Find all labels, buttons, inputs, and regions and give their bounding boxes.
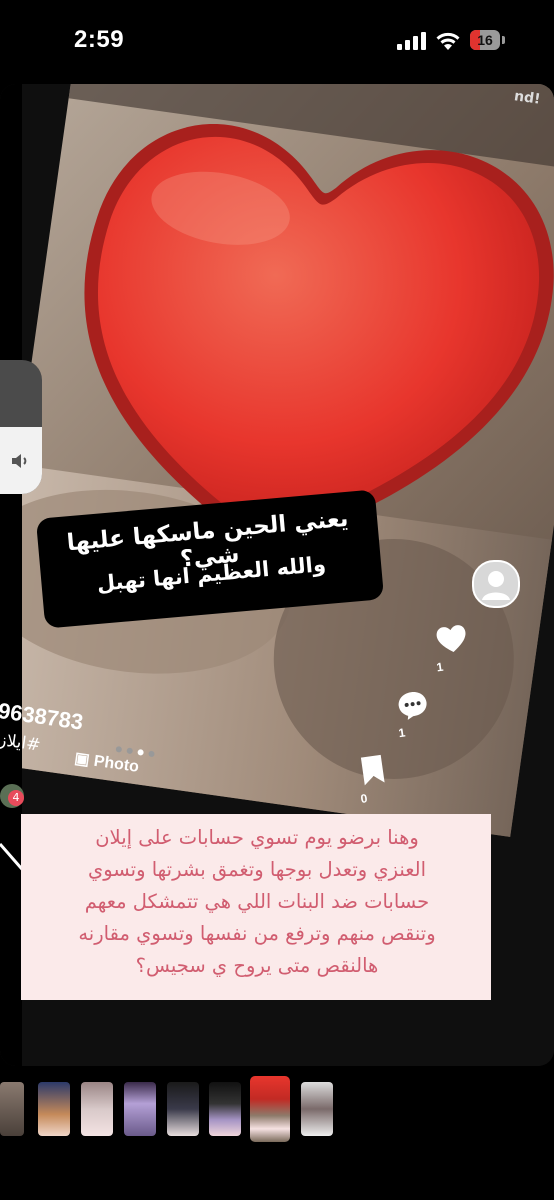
thumbnail[interactable] bbox=[0, 1082, 24, 1136]
thumbnail[interactable] bbox=[167, 1082, 199, 1136]
comment-button[interactable]: 1 bbox=[395, 688, 433, 740]
battery-low-icon: 16 bbox=[470, 30, 506, 52]
battery-level: 16 bbox=[477, 32, 493, 48]
bookmark-icon bbox=[360, 754, 385, 786]
text-card-line-5: هالنقص متى يروح ي سجيس؟ bbox=[135, 954, 379, 977]
status-time: 2:59 bbox=[74, 26, 125, 53]
cellular-signal-icon bbox=[397, 32, 426, 50]
text-card-line-4: وتنقص منهم وترفع من نفسها وتسوي مقارنه bbox=[78, 922, 436, 945]
thumbnail[interactable] bbox=[301, 1082, 333, 1136]
thumbnail[interactable] bbox=[81, 1082, 113, 1136]
heart-icon bbox=[436, 625, 466, 652]
photo-icon: ▣ bbox=[73, 749, 91, 769]
story-viewer[interactable]: nd! يعني الحين ماسكها عليها شي؟ والله ال… bbox=[0, 84, 554, 1066]
text-overlay-card: وهنا برضو يوم تسوي حسابات على إيلان العن… bbox=[21, 814, 491, 1000]
status-bar: 2:59 16 bbox=[0, 0, 554, 80]
text-card-body: وهنا برضو يوم تسوي حسابات على إيلان العن… bbox=[35, 822, 479, 982]
speaker-icon bbox=[12, 454, 27, 468]
text-card-line-3: حسابات ضد البنات اللي هي تتمشكل معهم bbox=[84, 890, 430, 913]
story-thumbnail-strip[interactable] bbox=[0, 1076, 554, 1146]
thumbnail[interactable] bbox=[209, 1082, 241, 1136]
thumbnail[interactable] bbox=[38, 1082, 70, 1136]
volume-slider[interactable] bbox=[0, 360, 42, 494]
thumbnail-selected[interactable] bbox=[250, 1076, 290, 1142]
comment-icon bbox=[398, 692, 427, 720]
user-icon bbox=[482, 571, 510, 600]
wifi-icon bbox=[436, 32, 460, 50]
like-button[interactable]: 1 bbox=[433, 622, 473, 674]
text-card-line-1: وهنا برضو يوم تسوي حسابات على إيلان bbox=[95, 826, 419, 849]
notification-badge: 4 bbox=[8, 790, 24, 806]
profile-avatar-button[interactable] bbox=[472, 560, 520, 608]
thumbnail[interactable] bbox=[124, 1082, 156, 1136]
text-card-line-2: العنزي وتعدل بوجها وتغمق بشرتها وتسوي bbox=[87, 858, 427, 881]
